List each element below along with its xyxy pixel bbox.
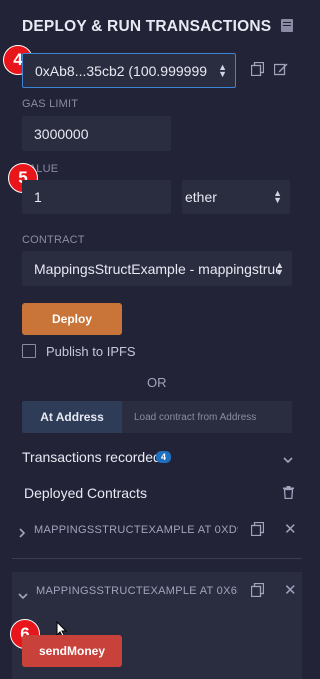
copy-icon[interactable]	[250, 521, 265, 541]
contract-select[interactable]: MappingsStructExample - mappingstruc ▲ ▼	[22, 251, 292, 286]
contract-label: CONTRACT	[22, 234, 85, 246]
deployed-instance-title[interactable]: MAPPINGSSTRUCTEXAMPLE AT 0XD91	[34, 524, 238, 536]
copy-icon[interactable]	[250, 582, 265, 602]
chevron-right-icon[interactable]	[19, 525, 26, 543]
trash-icon[interactable]	[283, 486, 294, 504]
at-address-button[interactable]: At Address	[22, 401, 122, 433]
edit-icon[interactable]	[273, 62, 288, 81]
at-address-input[interactable]: Load contract from Address	[122, 401, 292, 433]
gas-limit-label: GAS LIMIT	[22, 98, 79, 110]
deploy-button[interactable]: Deploy	[22, 303, 122, 335]
account-value: 0xAb8...35cb2 (100.999999	[35, 62, 208, 79]
account-select[interactable]: 0xAb8...35cb2 (100.999999 ▲ ▼	[22, 53, 236, 88]
transactions-count-badge: 4	[156, 451, 172, 463]
contract-value: MappingsStructExample - mappingstruc	[34, 260, 279, 277]
panel-title: DEPLOY & RUN TRANSACTIONS	[22, 18, 272, 35]
value-unit: ether	[185, 189, 217, 205]
transactions-recorded-label[interactable]: Transactions recorded	[22, 449, 161, 465]
select-arrows-icon: ▲ ▼	[273, 188, 282, 205]
select-arrows-icon: ▲ ▼	[275, 259, 284, 277]
divider	[12, 558, 302, 559]
or-separator: OR	[147, 375, 167, 390]
docs-icon[interactable]	[281, 19, 293, 32]
value-unit-select[interactable]: ether ▲ ▼	[182, 180, 290, 214]
close-icon[interactable]: ✕	[284, 522, 297, 537]
publish-ipfs-checkbox[interactable]	[22, 344, 36, 358]
gas-limit-input[interactable]: 3000000	[22, 116, 171, 151]
close-icon[interactable]: ✕	[284, 583, 297, 598]
value-input[interactable]: 1	[22, 180, 171, 214]
deployed-instance-title[interactable]: MAPPINGSSTRUCTEXAMPLE AT 0X652	[36, 585, 238, 597]
send-money-button[interactable]: sendMoney	[22, 635, 122, 667]
copy-icon[interactable]	[250, 61, 265, 81]
chevron-down-icon[interactable]	[18, 587, 28, 605]
chevron-down-icon[interactable]	[283, 451, 293, 469]
select-arrows-icon: ▲ ▼	[218, 61, 227, 79]
publish-ipfs-label: Publish to IPFS	[46, 344, 136, 359]
deployed-contracts-label: Deployed Contracts	[24, 485, 147, 501]
